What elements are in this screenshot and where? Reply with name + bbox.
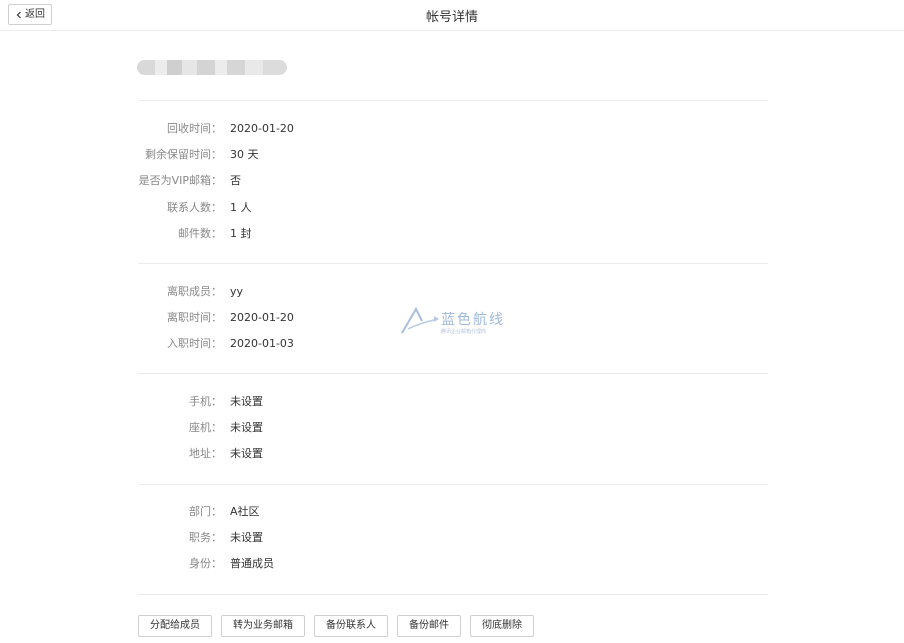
- divider: [138, 100, 768, 101]
- plane-logo-icon: [401, 306, 439, 334]
- account-name-redacted: [137, 60, 287, 75]
- field-label: 剩余保留时间：: [145, 148, 222, 161]
- field-value: 30 天: [230, 148, 259, 161]
- action-bar: 分配给成员 转为业务邮箱 备份联系人 备份邮件 彻底删除: [138, 615, 534, 637]
- field-label: 邮件数：: [178, 227, 222, 240]
- watermark-title: 蓝色航线: [441, 312, 505, 328]
- field-label: 身份：: [189, 557, 222, 570]
- field-value: 否: [230, 174, 241, 187]
- backup-contacts-button[interactable]: 备份联系人: [314, 615, 388, 637]
- divider: [138, 484, 768, 485]
- field-value: 1 封: [230, 227, 252, 240]
- field-value: 未设置: [230, 531, 263, 544]
- backup-mail-button[interactable]: 备份邮件: [397, 615, 461, 637]
- field-value: 2020-01-20: [230, 122, 294, 135]
- permanent-delete-button[interactable]: 彻底删除: [470, 615, 534, 637]
- page-title: 帐号详情: [425, 10, 478, 25]
- field-value: 普通成员: [230, 557, 274, 570]
- field-label: 座机：: [189, 421, 222, 434]
- field-value: 未设置: [230, 395, 263, 408]
- field-label: 联系人数：: [167, 201, 222, 214]
- field-value: 未设置: [230, 447, 263, 460]
- field-value: 2020-01-20: [230, 311, 294, 324]
- field-value: 1 人: [230, 201, 252, 214]
- convert-to-business-mailbox-button[interactable]: 转为业务邮箱: [221, 615, 305, 637]
- field-value: yy: [230, 285, 244, 298]
- watermark-subtitle: 腾讯企业邮箱代理商: [441, 329, 487, 335]
- field-label: 部门：: [189, 505, 222, 518]
- divider: [138, 594, 768, 595]
- field-label: 是否为VIP邮箱：: [138, 174, 222, 187]
- top-bar: 返回 帐号详情: [0, 0, 904, 31]
- field-label: 职务：: [189, 531, 222, 544]
- field-label: 离职时间：: [167, 311, 222, 324]
- field-label: 离职成员：: [167, 285, 222, 298]
- field-value: 未设置: [230, 421, 263, 434]
- assign-to-member-button[interactable]: 分配给成员: [138, 615, 212, 637]
- divider: [138, 373, 768, 374]
- field-label: 回收时间：: [167, 122, 222, 135]
- field-label: 手机：: [189, 395, 222, 408]
- field-label: 地址：: [189, 447, 222, 460]
- watermark-logo: 蓝色航线 腾讯企业邮箱代理商: [400, 305, 520, 339]
- field-label: 入职时间：: [167, 337, 222, 350]
- field-value: 2020-01-03: [230, 337, 294, 350]
- divider: [138, 263, 768, 264]
- field-value: A社区: [230, 505, 260, 518]
